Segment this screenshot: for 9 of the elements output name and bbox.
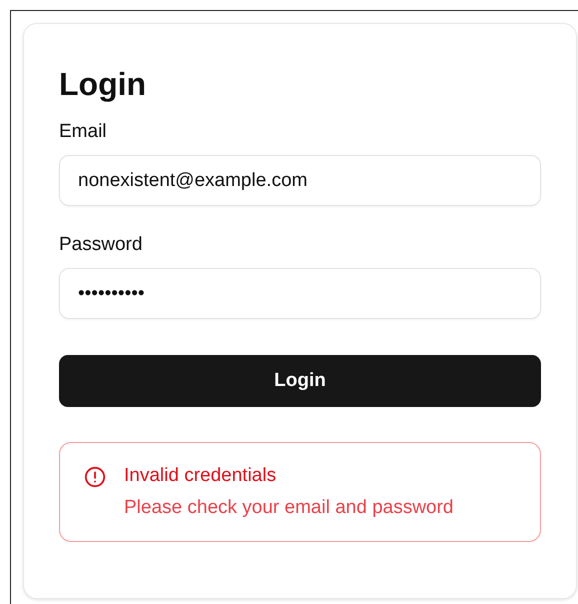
field-label: Email xyxy=(59,120,107,144)
login-button[interactable]: Login xyxy=(59,355,541,407)
alert-title: Invalid credentials xyxy=(124,464,278,488)
field-label: Password xyxy=(59,233,142,257)
alert-icon xyxy=(84,466,106,488)
login-title: Login xyxy=(59,65,146,104)
input-field[interactable]: nonexistent@example.com xyxy=(59,155,541,206)
input-field[interactable]: •••••••••• xyxy=(59,268,541,319)
alert-message: Please check your email and password xyxy=(124,496,454,520)
